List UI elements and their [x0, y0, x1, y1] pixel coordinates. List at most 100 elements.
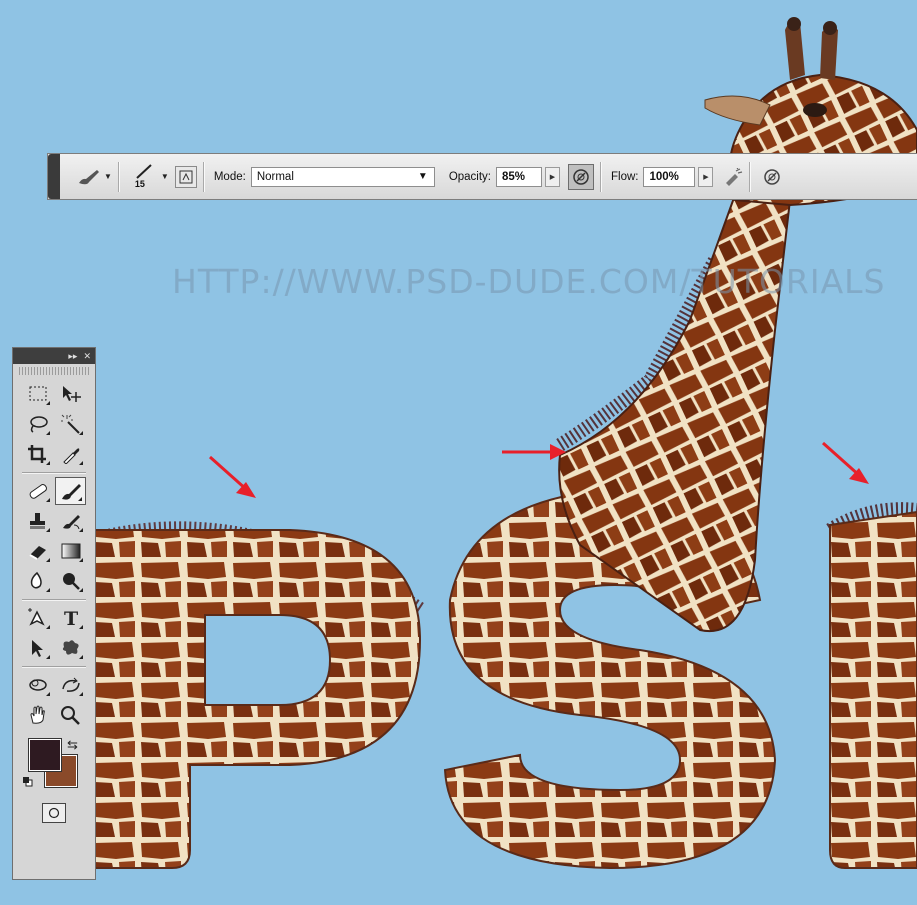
chevron-down-icon: ▼ — [160, 172, 169, 181]
3d-orbit-tool[interactable] — [55, 671, 86, 699]
history-brush-tool[interactable] — [55, 507, 86, 535]
opacity-label: Opacity: — [448, 170, 491, 183]
arrow-middle — [502, 444, 566, 460]
bandage-icon — [29, 484, 47, 499]
tools-panel: ▸▸ ✕ T ⇆ — [12, 347, 96, 880]
stamp-icon — [29, 513, 45, 529]
crop-icon — [27, 445, 46, 463]
swap-colors-icon[interactable]: ⇆ — [67, 737, 78, 753]
divider — [22, 666, 86, 667]
flow-slider-button[interactable]: ▶ — [698, 166, 714, 187]
lasso-tool[interactable] — [22, 410, 53, 438]
color-swatches: ⇆ — [13, 737, 95, 793]
hand-tool[interactable] — [22, 701, 53, 729]
clone-stamp-tool[interactable] — [22, 507, 53, 535]
brush-size-preview: 15 — [131, 162, 157, 192]
move-tool[interactable] — [55, 380, 86, 408]
3d-rotate-tool[interactable] — [22, 671, 53, 699]
annotation-arrows — [209, 441, 869, 498]
panel-grip[interactable] — [19, 367, 89, 375]
zoom-tool[interactable] — [55, 701, 86, 729]
eraser-tool[interactable] — [22, 537, 53, 565]
close-icon[interactable]: ✕ — [83, 351, 91, 362]
rectangular-marquee-tool[interactable] — [22, 380, 53, 408]
marquee-icon — [29, 386, 46, 401]
divider — [749, 161, 751, 192]
opacity-input[interactable]: 85% — [496, 166, 542, 187]
healing-brush-tool[interactable] — [22, 477, 53, 505]
dodge-icon — [62, 573, 80, 590]
foreground-color-swatch[interactable] — [28, 738, 62, 772]
flow-label: Flow: — [611, 170, 639, 183]
dodge-tool[interactable] — [55, 567, 86, 595]
orbit-3d-icon — [61, 677, 80, 692]
mode-label: Mode: — [213, 170, 246, 183]
brush-size-value: 15 — [134, 178, 145, 189]
opacity-slider-button[interactable]: ▶ — [545, 166, 560, 187]
brush-tool[interactable] — [55, 477, 86, 505]
size-pressure-icon — [764, 168, 781, 185]
gradient-tool[interactable] — [55, 537, 86, 565]
options-bar-grip[interactable] — [48, 154, 60, 199]
brush-picker[interactable]: 15 ▼ — [125, 154, 169, 199]
panel-header: ▸▸ ✕ — [13, 348, 95, 364]
magic-wand-icon — [60, 414, 80, 434]
flow-input[interactable]: 100% — [643, 166, 696, 187]
gradient-icon — [61, 543, 80, 559]
shape-icon — [62, 640, 79, 655]
blur-icon — [30, 571, 42, 589]
pen-tool[interactable] — [22, 604, 53, 632]
blend-mode-value: Normal — [256, 170, 294, 183]
tool-grid: T — [13, 378, 95, 729]
divider — [600, 161, 601, 192]
brush-tool-preset-icon — [79, 169, 99, 184]
arrow-icon — [31, 640, 43, 657]
eraser-icon — [29, 546, 46, 560]
default-colors-icon[interactable] — [23, 777, 33, 787]
svg-text:T: T — [64, 608, 78, 628]
options-bar: ▼ 15 ▼ Mode: Normal ▼ Opacity: 85% ▶ Flo… — [47, 153, 917, 200]
divider — [22, 599, 86, 600]
quick-mask-button[interactable] — [13, 803, 95, 823]
eyedropper-tool[interactable] — [55, 440, 86, 468]
blur-tool[interactable] — [22, 567, 53, 595]
crop-tool[interactable] — [22, 440, 53, 468]
type-icon: T — [64, 608, 78, 628]
pen-icon — [27, 608, 45, 626]
hand-icon — [29, 705, 45, 724]
size-pressure-button[interactable] — [762, 167, 782, 187]
path-selection-tool[interactable] — [22, 634, 53, 662]
history-brush-icon — [62, 515, 80, 530]
eyedropper-icon — [62, 448, 79, 464]
quick-mask-icon — [42, 803, 66, 823]
letter-p — [94, 529, 422, 869]
brush-icon — [61, 484, 81, 500]
lasso-icon — [29, 416, 48, 433]
airbrush-button[interactable] — [723, 167, 743, 187]
divider — [22, 472, 86, 473]
letter-d — [829, 510, 917, 869]
custom-shape-tool[interactable] — [55, 634, 86, 662]
watermark-text: HTTP://WWW.PSD-DUDE.COM/TUTORIALS — [172, 262, 886, 301]
rotate-3d-icon — [28, 679, 47, 691]
type-tool[interactable]: T — [55, 604, 86, 632]
opacity-pressure-button[interactable] — [568, 163, 594, 190]
brush-panel-toggle-button[interactable] — [174, 165, 197, 188]
arrow-left — [209, 455, 256, 498]
canvas-artwork — [93, 17, 917, 870]
document-canvas[interactable]: HTTP://WWW.PSD-DUDE.COM/TUTORIALS — [0, 0, 917, 905]
collapse-panel-icon[interactable]: ▸▸ — [68, 351, 77, 362]
blend-mode-select[interactable]: Normal ▼ — [250, 166, 435, 187]
tool-preset-picker[interactable]: ▼ — [76, 154, 112, 199]
divider — [117, 161, 119, 192]
chevron-down-icon: ▼ — [104, 172, 112, 181]
magic-wand-tool[interactable] — [55, 410, 86, 438]
move-icon — [62, 386, 81, 402]
airbrush-icon — [726, 167, 743, 186]
divider — [202, 161, 204, 192]
pressure-icon — [573, 168, 589, 185]
brush-stroke-icon — [136, 163, 152, 179]
arrow-right — [822, 441, 869, 484]
zoom-icon — [60, 706, 80, 725]
brush-panel-icon — [179, 170, 193, 183]
